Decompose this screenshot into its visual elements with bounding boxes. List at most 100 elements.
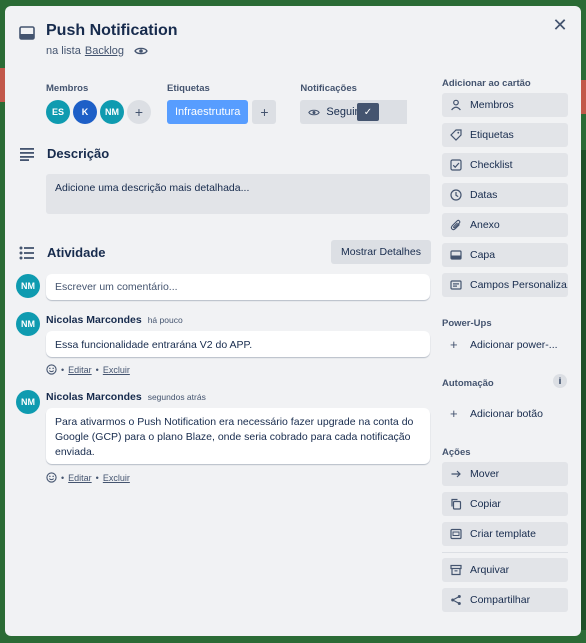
info-icon[interactable]: i — [553, 374, 567, 388]
follow-button[interactable]: Seguindo — [300, 100, 407, 124]
add-powerup-label: Adicionar power-... — [470, 339, 558, 351]
members-label: Membros — [46, 83, 89, 94]
comment-actions: • Editar • Excluir — [46, 364, 130, 375]
list-prefix: na lista — [46, 45, 81, 57]
clock-icon — [450, 189, 462, 201]
move-button[interactable]: Mover — [442, 462, 568, 486]
activity-header: Atividade — [19, 245, 106, 260]
arrow-right-icon — [451, 470, 461, 478]
emoji-icon[interactable] — [46, 472, 57, 483]
checklist-icon — [450, 159, 462, 171]
card-title[interactable]: Push Notification — [46, 22, 178, 40]
sidebar-custom-fields-button[interactable]: Campos Personaliza... — [442, 273, 568, 297]
sidebar-checklist-button[interactable]: Checklist — [442, 153, 568, 177]
description-header: Descrição — [19, 146, 109, 161]
sidebar-labels-button[interactable]: Etiquetas — [442, 123, 568, 147]
separator: • — [95, 472, 99, 483]
share-icon — [451, 595, 461, 605]
edit-link[interactable]: Editar — [68, 365, 92, 375]
delete-link[interactable]: Excluir — [103, 473, 130, 483]
list-link[interactable]: Backlog — [85, 45, 124, 57]
labels-section: Etiquetas Infraestrutura + — [167, 83, 277, 124]
automation-label: Automação — [442, 378, 494, 389]
card-detail-modal: ✕ Push Notification na lista Backlog Mem… — [5, 6, 581, 636]
sidebar-item-label: Arquivar — [470, 564, 510, 576]
separator: • — [61, 364, 65, 375]
sidebar-attachment-button[interactable]: Anexo — [442, 213, 568, 237]
add-member-button[interactable]: + — [127, 100, 151, 124]
separator: • — [95, 364, 99, 375]
notifications-section: Notificações Seguindo ✓ — [300, 83, 409, 124]
sidebar-item-label: Anexo — [470, 219, 500, 231]
plus-icon: + — [450, 406, 458, 421]
delete-link[interactable]: Excluir — [103, 365, 130, 375]
share-button[interactable]: Compartilhar — [442, 588, 568, 612]
show-details-button[interactable]: Mostrar Detalhes — [331, 240, 431, 264]
edit-link[interactable]: Editar — [68, 473, 92, 483]
template-icon — [450, 528, 462, 540]
comment-text: Essa funcionalidade entrarána V2 do APP. — [46, 331, 430, 357]
avatar[interactable]: ES — [46, 100, 70, 124]
archive-icon — [450, 564, 462, 576]
sidebar-item-label: Datas — [470, 189, 498, 201]
sidebar-item-label: Checklist — [470, 159, 513, 171]
label-chip[interactable]: Infraestrutura — [167, 100, 249, 124]
eye-icon — [134, 47, 148, 55]
avatar[interactable]: K — [73, 100, 97, 124]
sidebar-item-label: Campos Personaliza... — [470, 279, 568, 291]
add-label-button[interactable]: + — [252, 100, 277, 124]
emoji-icon[interactable] — [46, 364, 57, 375]
cover-icon — [450, 250, 462, 260]
author-name[interactable]: Nicolas Marcondes — [46, 391, 142, 403]
avatar[interactable]: NM — [16, 312, 40, 336]
comment-actions: • Editar • Excluir — [46, 472, 130, 483]
actions-label: Ações — [442, 447, 471, 458]
avatar[interactable]: NM — [16, 390, 40, 414]
sidebar-item-label: Etiquetas — [470, 129, 514, 141]
card-meta: Membros ES K NM + Etiquetas Infraestrutu… — [46, 83, 409, 124]
comment-input[interactable]: Escrever um comentário... — [46, 274, 430, 300]
author-name[interactable]: Nicolas Marcondes — [46, 314, 142, 326]
copy-icon — [451, 498, 462, 510]
sidebar-item-label: Mover — [470, 468, 500, 480]
description-icon — [20, 147, 34, 161]
comment-author: Nicolas Marcondes há pouco — [46, 314, 183, 326]
powerups-label: Power-Ups — [442, 318, 492, 329]
comment-time[interactable]: segundos atrás — [148, 392, 206, 402]
user-icon — [451, 99, 461, 111]
labels-label: Etiquetas — [167, 83, 210, 94]
comment-text: Para ativarmos o Push Notification era n… — [46, 408, 430, 464]
copy-button[interactable]: Copiar — [442, 492, 568, 516]
description-field[interactable]: Adicione uma descrição mais detalhada... — [46, 174, 430, 214]
sidebar-item-label: Criar template — [470, 528, 536, 540]
notifications-label: Notificações — [300, 83, 357, 94]
card-icon — [19, 26, 35, 40]
sidebar-divider — [442, 552, 568, 553]
card-list-info: na lista Backlog — [46, 45, 148, 57]
tag-icon — [450, 129, 462, 141]
paperclip-icon — [450, 219, 461, 231]
add-powerup-button[interactable]: + Adicionar power-... — [442, 333, 568, 357]
separator: • — [61, 472, 65, 483]
sidebar-members-button[interactable]: Membros — [442, 93, 568, 117]
add-to-card-label: Adicionar ao cartão — [442, 78, 531, 89]
archive-button[interactable]: Arquivar — [442, 558, 568, 582]
add-button-button[interactable]: + Adicionar botão — [442, 402, 568, 426]
eye-icon — [308, 109, 321, 115]
comment-author: Nicolas Marcondes segundos atrás — [46, 391, 206, 403]
avatar[interactable]: NM — [100, 100, 124, 124]
sidebar-dates-button[interactable]: Datas — [442, 183, 568, 207]
activity-heading: Atividade — [47, 245, 106, 260]
custom-fields-icon — [450, 280, 462, 290]
close-icon[interactable]: ✕ — [549, 14, 571, 36]
sidebar-item-label: Membros — [470, 99, 514, 111]
sidebar-item-label: Copiar — [470, 498, 501, 510]
create-template-button[interactable]: Criar template — [442, 522, 568, 546]
check-icon[interactable]: ✓ — [356, 103, 379, 121]
sidebar-cover-button[interactable]: Capa — [442, 243, 568, 267]
sidebar-item-label: Compartilhar — [470, 594, 531, 606]
comment-time[interactable]: há pouco — [148, 315, 183, 325]
description-heading: Descrição — [47, 146, 110, 161]
avatar[interactable]: NM — [16, 274, 40, 298]
activity-icon — [19, 246, 34, 259]
